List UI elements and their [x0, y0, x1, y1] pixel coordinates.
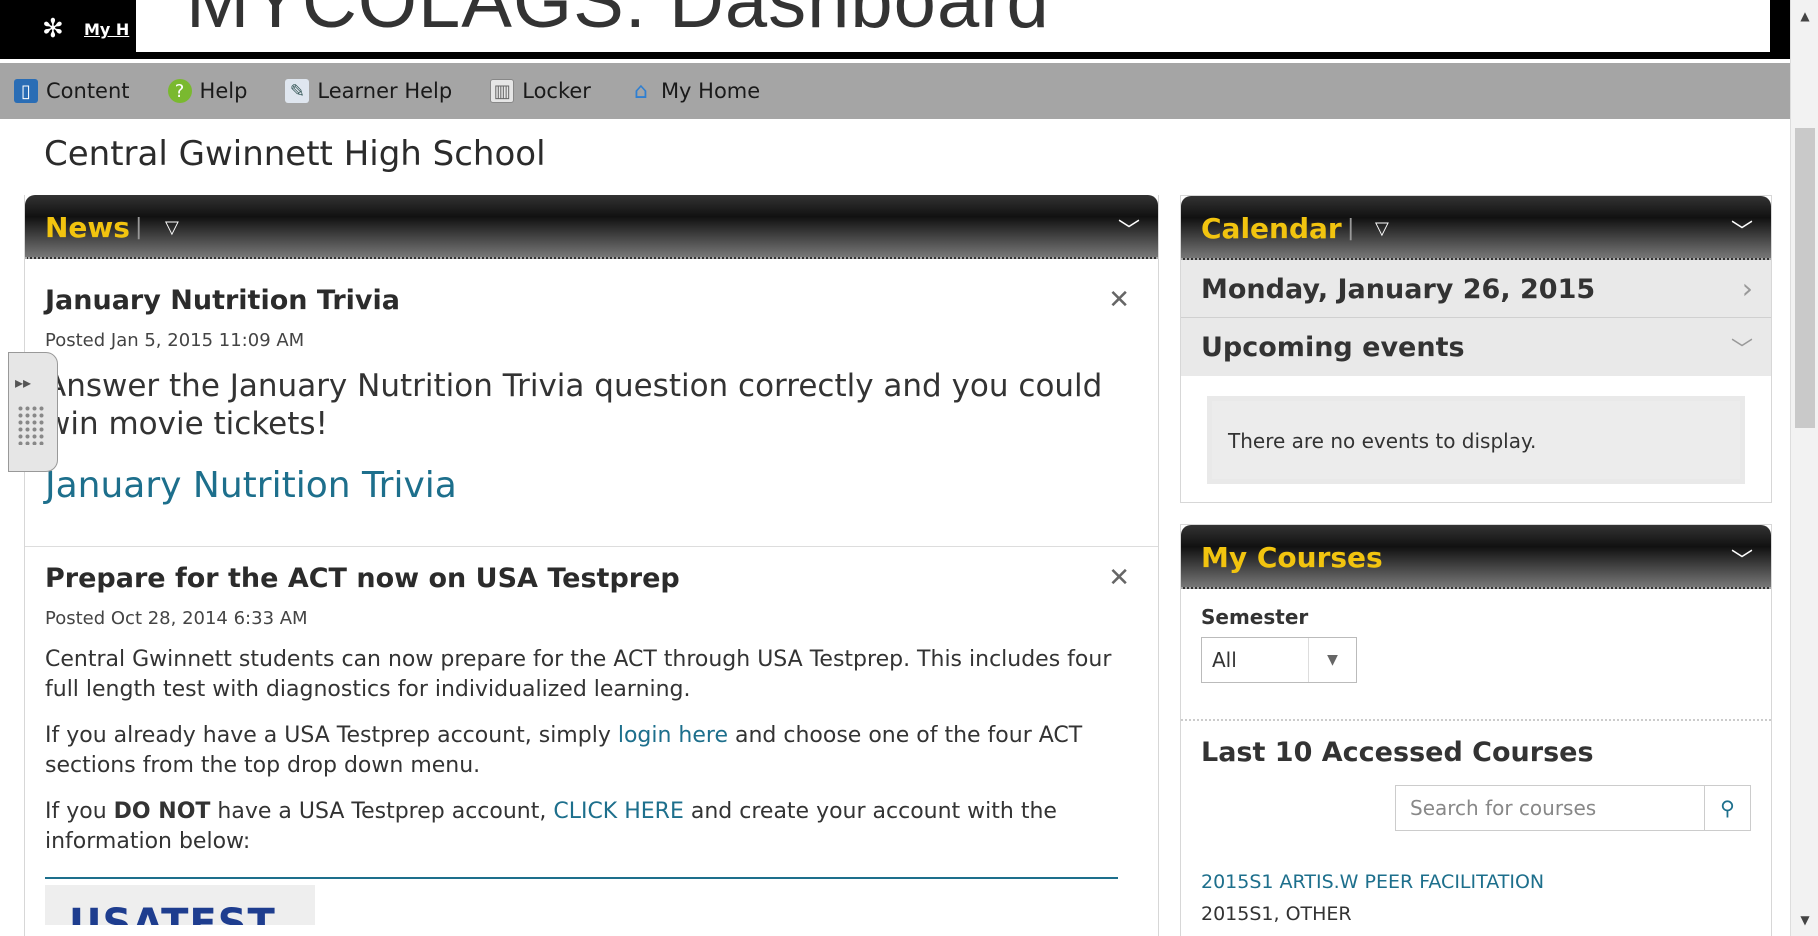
news-item-paragraph: If you DO NOT have a USA Testprep accoun… — [45, 797, 1138, 857]
page-title-box: MYCOLAGS: Dashboard — [136, 0, 1770, 52]
calendar-widget: Calendar | ▽ ﹀ Monday, January 26, 2015 … — [1180, 195, 1772, 503]
courses-body: Semester All ▼ Last 10 Accessed Courses — [1181, 589, 1771, 784]
news-item-title: January Nutrition Trivia — [45, 285, 400, 316]
chevron-right-icon: › — [1741, 272, 1753, 305]
chevron-down-icon: ﹀ — [1730, 338, 1753, 363]
page-title: MYCOLAGS: Dashboard — [186, 0, 1050, 44]
book-icon: ▯ — [14, 79, 38, 103]
drag-grip-icon — [17, 405, 45, 445]
calendar-date: Monday, January 26, 2015 — [1201, 274, 1596, 305]
nav-my-home[interactable]: ⌂ My Home — [629, 78, 761, 104]
calendar-date-row[interactable]: Monday, January 26, 2015 › — [1181, 260, 1771, 318]
courses-header: My Courses ﹀ — [1181, 525, 1771, 589]
no-events-text: There are no events to display. — [1228, 429, 1537, 453]
nav-help[interactable]: ? Help — [167, 79, 248, 103]
news-header: News | ▽ ﹀ — [25, 195, 1158, 259]
news-item-paragraph: Central Gwinnett students can now prepar… — [45, 647, 1112, 702]
home-icon: ⌂ — [633, 78, 648, 104]
news-widget: News | ▽ ﹀ ✕ January Nutrition Trivia Po… — [24, 195, 1159, 936]
usa-testprep-logo-text: USATEST — [69, 901, 276, 925]
nav-content-label: Content — [46, 79, 130, 103]
brand-link[interactable]: My H — [84, 20, 129, 39]
paragraph-text: If you — [45, 799, 114, 824]
scroll-up-icon[interactable]: ▲ — [1791, 4, 1818, 28]
side-panel-handle[interactable]: ▸▸ — [8, 352, 58, 472]
school-name: Central Gwinnett High School — [44, 134, 546, 174]
locker-icon: ▥ — [490, 79, 515, 103]
content-divider — [45, 877, 1118, 879]
semester-value: All — [1212, 648, 1237, 672]
nav-locker[interactable]: ▥ Locker — [490, 79, 591, 103]
course-search: ⚲ — [1395, 785, 1751, 831]
news-item-body: Answer the January Nutrition Trivia ques… — [45, 368, 1103, 442]
click-here-link[interactable]: CLICK HERE — [553, 799, 684, 824]
nav-learner-help[interactable]: ✎ Learner Help — [285, 79, 452, 103]
search-icon[interactable]: ⚲ — [1704, 786, 1750, 830]
expand-arrows-icon: ▸▸ — [15, 373, 32, 392]
nav-content[interactable]: ▯ Content — [14, 79, 130, 103]
calendar-title-separator: | — [1347, 216, 1355, 241]
nav-help-label: Help — [199, 79, 248, 103]
help-icon: ? — [167, 79, 192, 103]
news-title: News — [45, 211, 130, 244]
news-item-paragraph: If you already have a USA Testprep accou… — [45, 721, 1138, 781]
nav-my-home-label: My Home — [660, 79, 761, 103]
login-here-link[interactable]: login here — [618, 723, 728, 748]
section-divider — [1181, 719, 1771, 721]
scroll-thumb[interactable] — [1795, 128, 1815, 428]
calendar-title: Calendar — [1201, 212, 1342, 245]
calendar-header: Calendar | ▽ ﹀ — [1181, 196, 1771, 260]
nav-learner-help-label: Learner Help — [317, 79, 453, 103]
upcoming-events-row[interactable]: Upcoming events ﹀ — [1181, 318, 1771, 376]
brand-logo-icon[interactable]: ✻ — [42, 14, 72, 44]
semester-select[interactable]: All ▼ — [1201, 637, 1357, 683]
no-events-box: There are no events to display. — [1207, 396, 1745, 484]
news-menu-icon[interactable]: ▽ — [165, 217, 179, 238]
paragraph-text: If you already have a USA Testprep accou… — [45, 723, 618, 748]
courses-title: My Courses — [1201, 541, 1383, 574]
news-item-posted: Posted Oct 28, 2014 6:33 AM — [45, 608, 308, 629]
news-title-separator: | — [135, 215, 143, 240]
paragraph-bold-text: DO NOT — [113, 799, 211, 824]
last-accessed-heading: Last 10 Accessed Courses — [1201, 737, 1594, 768]
news-item: ✕ Prepare for the ACT now on USA Testpre… — [25, 547, 1158, 925]
scroll-down-icon[interactable]: ▼ — [1791, 908, 1818, 932]
news-item: ✕ January Nutrition Trivia Posted Jan 5,… — [25, 259, 1158, 547]
my-courses-widget: My Courses ﹀ Semester All ▼ Last 10 Acce… — [1180, 524, 1772, 936]
learner-help-icon: ✎ — [285, 79, 310, 103]
news-item-posted: Posted Jan 5, 2015 11:09 AM — [45, 330, 305, 351]
news-item-title: Prepare for the ACT now on USA Testprep — [45, 563, 680, 594]
news-collapse-icon[interactable]: ﹀ — [1118, 213, 1140, 245]
calendar-menu-icon[interactable]: ▽ — [1375, 218, 1389, 239]
usa-testprep-logo: USATEST — [45, 885, 315, 925]
close-icon[interactable]: ✕ — [1108, 563, 1130, 593]
dropdown-arrow-icon: ▼ — [1308, 638, 1356, 682]
course-search-input[interactable] — [1396, 786, 1704, 830]
upcoming-events-label: Upcoming events — [1201, 332, 1465, 363]
paragraph-text: have a USA Testprep account, — [210, 799, 554, 824]
calendar-collapse-icon[interactable]: ﹀ — [1731, 214, 1753, 246]
navbar: ▯ Content ? Help ✎ Learner Help ▥ Locker… — [0, 63, 1790, 119]
course-link[interactable]: 2015S1 ARTIS.W PEER FACILITATION — [1201, 871, 1544, 893]
course-meta: 2015S1, OTHER — [1201, 903, 1352, 925]
courses-collapse-icon[interactable]: ﹀ — [1731, 543, 1753, 575]
semester-label: Semester — [1201, 605, 1309, 629]
close-icon[interactable]: ✕ — [1108, 285, 1130, 315]
page-scrollbar[interactable]: ▲ ▼ — [1790, 0, 1818, 936]
news-item-link[interactable]: January Nutrition Trivia — [45, 465, 1138, 506]
nav-locker-label: Locker — [522, 79, 591, 103]
